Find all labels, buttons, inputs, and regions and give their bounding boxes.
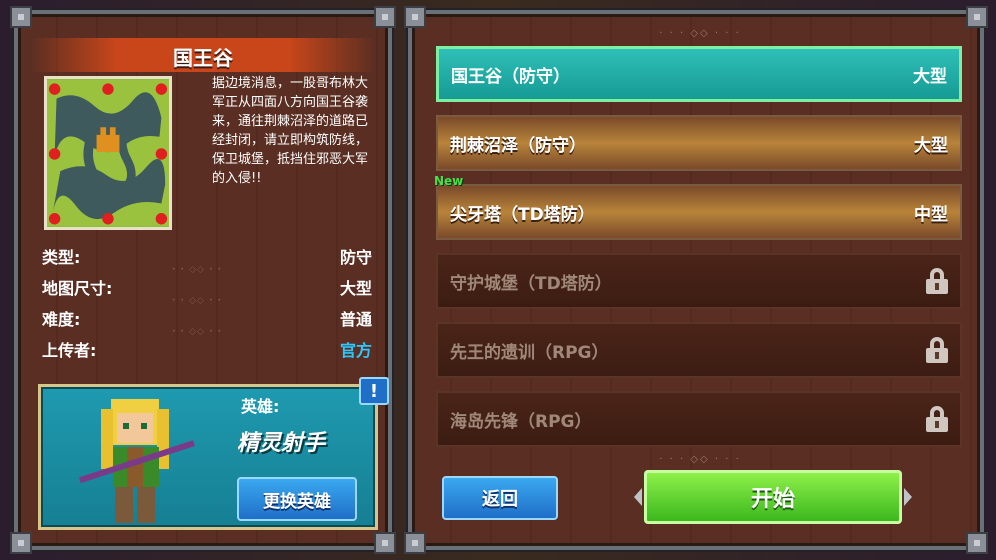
arrow-left-icon bbox=[634, 488, 642, 506]
level-size: 中型 bbox=[914, 204, 948, 225]
level-size: 大型 bbox=[914, 135, 948, 156]
divider-ornament-icon: · · · ◇◇ · · · bbox=[659, 28, 741, 39]
stat-type: 类型: 防守 bbox=[42, 240, 372, 276]
corner-rivet-icon bbox=[374, 532, 396, 554]
level-list: 国王谷（防守） 大型 荆棘沼泽（防守） 大型 New 尖牙塔（TD塔防） 中型 … bbox=[434, 46, 962, 460]
hero-portrait bbox=[78, 399, 195, 523]
corner-rivet-icon bbox=[966, 532, 988, 554]
level-item-guard-castle[interactable]: 守护城堡（TD塔防） bbox=[436, 253, 962, 309]
map-description: 据边境消息，一股哥布林大军正从四面八方向国王谷袭来，通往荆棘沼泽的道路已经封闭，… bbox=[212, 76, 369, 186]
corner-rivet-icon bbox=[966, 6, 988, 28]
stat-value: 防守 bbox=[339, 247, 372, 267]
map-title: 国王谷 bbox=[173, 46, 233, 70]
level-name: 尖牙塔（TD塔防） bbox=[450, 204, 595, 225]
stat-difficulty: 难度: 普通 bbox=[42, 302, 372, 338]
level-name: 海岛先锋（RPG） bbox=[450, 411, 592, 432]
corner-rivet-icon bbox=[374, 6, 396, 28]
lock-icon bbox=[926, 337, 948, 363]
arrow-right-icon bbox=[904, 488, 912, 506]
stat-label: 地图尺寸: bbox=[42, 278, 113, 298]
new-badge: New bbox=[434, 174, 464, 188]
corner-rivet-icon bbox=[404, 532, 426, 554]
map-info-panel: 国王谷 据边境消息，一股哥布林大军正从四面八方向国王谷袭来，通往荆棘沼泽的道路已… bbox=[10, 6, 396, 554]
level-item-kings-valley[interactable]: 国王谷（防守） 大型 bbox=[436, 46, 962, 102]
hero-name: 精灵射手 bbox=[237, 431, 326, 456]
back-button[interactable]: 返回 bbox=[442, 476, 558, 520]
stat-label: 类型: bbox=[42, 247, 81, 267]
level-size: 大型 bbox=[913, 66, 947, 87]
level-item-thorn-swamp[interactable]: 荆棘沼泽（防守） 大型 bbox=[436, 115, 962, 171]
start-button[interactable]: 开始 bbox=[644, 470, 902, 524]
stat-value: 官方 bbox=[339, 340, 372, 360]
level-item-late-king-legacy[interactable]: 先王的遗训（RPG） bbox=[436, 322, 962, 378]
level-name: 守护城堡（TD塔防） bbox=[450, 273, 612, 294]
level-name: 先王的遗训（RPG） bbox=[450, 342, 609, 363]
level-name: 国王谷（防守） bbox=[451, 66, 570, 87]
stat-label: 上传者: bbox=[42, 340, 97, 360]
stat-value: 普通 bbox=[339, 309, 372, 329]
corner-rivet-icon bbox=[10, 532, 32, 554]
hero-info-button[interactable]: ! bbox=[359, 377, 389, 405]
stat-map-size: 地图尺寸: 大型 bbox=[42, 271, 372, 307]
change-hero-button[interactable]: 更换英雄 bbox=[237, 477, 357, 521]
lock-icon bbox=[926, 268, 948, 294]
corner-rivet-icon bbox=[10, 6, 32, 28]
map-stats: 类型: 防守 地图尺寸: 大型 难度: 普通 上传者: 官方 bbox=[42, 240, 372, 364]
lock-icon bbox=[926, 406, 948, 432]
level-select-panel: · · · ◇◇ · · · 国王谷（防守） 大型 荆棘沼泽（防守） 大型 Ne… bbox=[404, 6, 988, 554]
hero-card: 英雄: 精灵射手 更换英雄 ! bbox=[38, 377, 389, 530]
level-item-fang-tower[interactable]: New 尖牙塔（TD塔防） 中型 bbox=[434, 174, 962, 240]
level-name: 荆棘沼泽（防守） bbox=[450, 135, 586, 156]
map-preview-image bbox=[47, 79, 169, 227]
map-thumbnail bbox=[44, 76, 172, 230]
hero-label: 英雄: bbox=[241, 397, 280, 416]
divider-ornament-icon: · · · ◇◇ · · · bbox=[659, 454, 741, 465]
stat-label: 难度: bbox=[42, 309, 81, 329]
stat-uploader: 上传者: 官方 bbox=[42, 333, 372, 364]
stat-value: 大型 bbox=[339, 278, 372, 298]
level-item-island-vanguard[interactable]: 海岛先锋（RPG） bbox=[436, 391, 962, 447]
corner-rivet-icon bbox=[404, 6, 426, 28]
